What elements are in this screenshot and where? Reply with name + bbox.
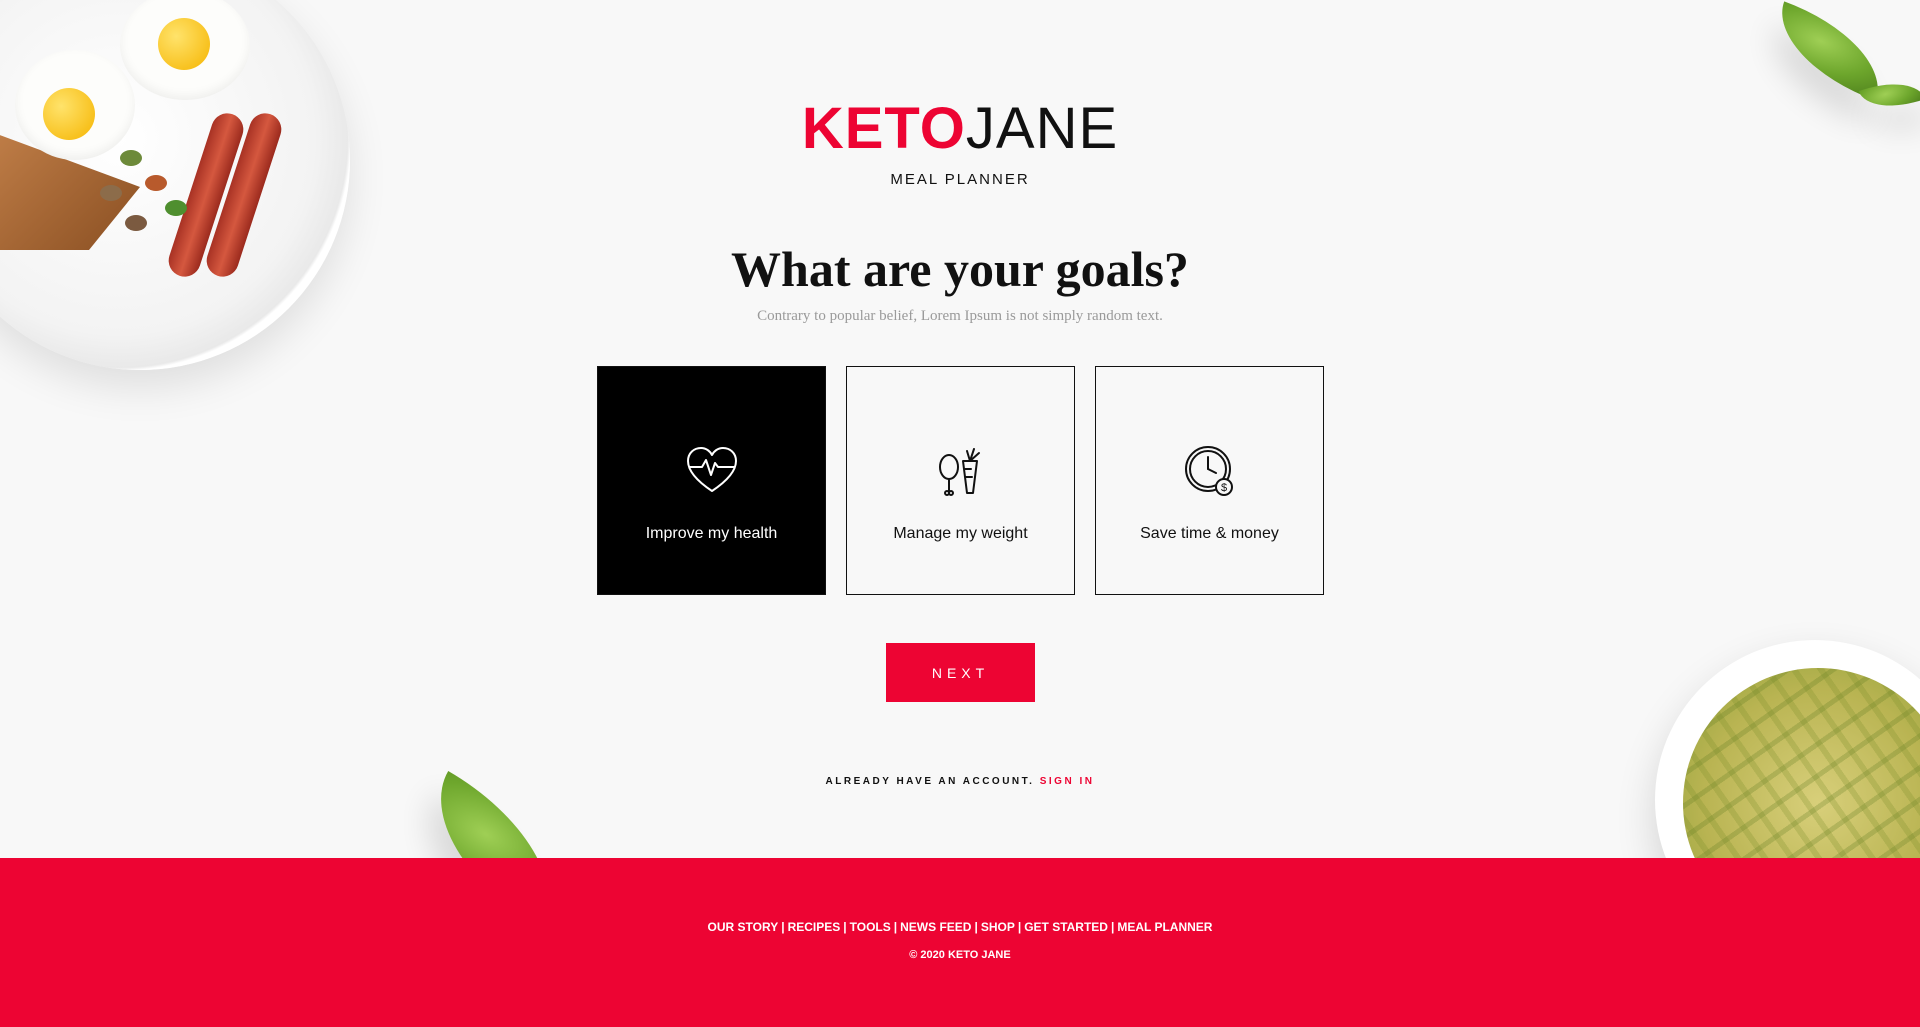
footer-separator: | [1017, 920, 1022, 934]
logo-jane-text: JANE [965, 96, 1119, 161]
next-button[interactable]: NEXT [886, 643, 1035, 702]
goal-option-weight[interactable]: Manage my weight [846, 366, 1075, 595]
footer: OUR STORY | RECIPES | TOOLS | NEWS FEED | SHOP | G… [0, 858, 1920, 1027]
footer-link-shop[interactable]: SHOP [981, 920, 1015, 934]
copyright: © 2020 KETO JANE [909, 949, 1011, 961]
goal-label: Save time & money [1140, 525, 1279, 542]
footer-nav: OUR STORY | RECIPES | TOOLS | NEWS FEED | SHOP | G… [0, 920, 1920, 934]
account-question: ALREADY HAVE AN ACCOUNT. [825, 776, 1035, 787]
logo-keto-text: KETO [801, 96, 966, 161]
heart-pulse-icon [684, 443, 740, 499]
footer-separator: | [781, 920, 785, 934]
goal-label: Improve my health [645, 525, 778, 542]
fried-egg-image [120, 0, 250, 100]
footer-link-recipes[interactable]: RECIPES [788, 920, 841, 934]
footer-link-our-story[interactable]: OUR STORY [708, 920, 779, 934]
logo-subtitle: MEAL PLANNER [890, 171, 1030, 188]
chicken-carrot-icon [933, 443, 989, 499]
goals-options: Improve my health Manage my weight $ Sav… [597, 366, 1324, 595]
svg-text:$: $ [1220, 482, 1226, 494]
logo[interactable]: KETOJANE [0, 100, 1920, 158]
footer-separator: | [893, 920, 898, 934]
clock-money-icon: $ [1182, 443, 1238, 499]
goal-option-time-money[interactable]: $ Save time & money [1095, 366, 1324, 595]
footer-link-meal-planner[interactable]: MEAL PLANNER [1117, 920, 1212, 934]
footer-link-get-started[interactable]: GET STARTED [1024, 920, 1108, 934]
footer-separator: | [1110, 920, 1115, 934]
vegetable-image [165, 200, 187, 216]
footer-separator: | [974, 920, 978, 934]
account-prompt: ALREADY HAVE AN ACCOUNT. SIGN IN [0, 776, 1920, 787]
goal-option-health[interactable]: Improve my health [597, 366, 826, 595]
footer-separator: | [843, 920, 847, 934]
vegetable-image [125, 215, 147, 231]
page-title: What are your goals? [731, 241, 1189, 297]
footer-link-tools[interactable]: TOOLS [850, 920, 891, 934]
sign-in-link[interactable]: SIGN IN [1040, 776, 1095, 787]
page-subtitle: Contrary to popular belief, Lorem Ipsum … [757, 308, 1163, 324]
footer-link-news-feed[interactable]: NEWS FEED [900, 920, 971, 934]
goal-label: Manage my weight [893, 525, 1028, 542]
